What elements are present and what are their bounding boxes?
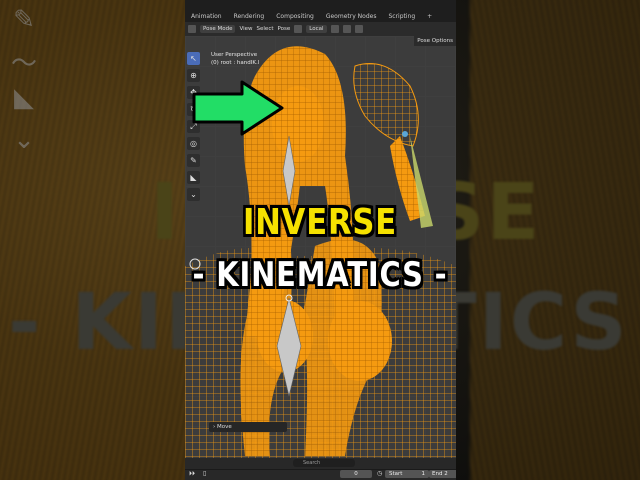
last-operator-panel[interactable]: › Move — [209, 422, 287, 432]
chest-right-mesh — [328, 301, 392, 381]
overlay-title-line1: INVERSE — [242, 202, 398, 243]
active-object-label: (0) root : handIK.l — [211, 60, 260, 66]
ik-target-handle[interactable] — [402, 131, 408, 137]
blurred-measure-icon: ◣ — [14, 83, 34, 113]
green-arrow-icon — [192, 80, 284, 136]
perspective-label: User Perspective — [211, 52, 258, 58]
tab-rendering[interactable]: Rendering — [228, 0, 271, 22]
transform-icon[interactable]: ◎ — [187, 137, 200, 150]
add-workspace-button[interactable]: + — [421, 0, 438, 22]
start-value: 1 — [421, 471, 426, 477]
viewport-info: User Perspective (0) root : handIK.l — [211, 51, 259, 67]
transform-orientation-dropdown[interactable]: Local — [306, 25, 327, 33]
tab-compositing[interactable]: Compositing — [270, 0, 320, 22]
menu-select[interactable]: Select — [257, 26, 274, 32]
start-label: Start — [389, 471, 403, 477]
search-input[interactable]: Search — [293, 459, 355, 467]
menu-view[interactable]: View — [239, 26, 252, 32]
orientation-icon[interactable] — [294, 25, 303, 33]
viewport-header: Pose Mode View Select Pose Local — [185, 22, 456, 36]
end-value: 2 — [444, 471, 448, 477]
timeline-controls: ⏵⏵ ▯ 0 ◷ Start 1 End 2 — [185, 469, 456, 480]
tab-scripting[interactable]: Scripting — [382, 0, 421, 22]
menu-pose[interactable]: Pose — [278, 26, 291, 32]
end-frame-field[interactable]: End 2 — [429, 470, 456, 478]
workspace-tabs: Animation Rendering Compositing Geometry… — [185, 0, 456, 22]
overlay-icon[interactable] — [354, 25, 363, 33]
snap-icon[interactable] — [342, 25, 351, 33]
cursor-select-icon[interactable]: ↖ — [187, 52, 200, 65]
keyframe-icon[interactable]: ▯ — [203, 470, 206, 477]
bone-relax-icon[interactable]: ⌄ — [187, 188, 200, 201]
timeline: Search ⏵⏵ ▯ 0 ◷ Start 1 End 2 — [185, 458, 456, 480]
tab-geometry-nodes[interactable]: Geometry Nodes — [320, 0, 383, 22]
mode-dropdown[interactable]: Pose Mode — [200, 25, 236, 33]
tab-animation[interactable]: Animation — [185, 0, 228, 22]
measure-icon[interactable]: ◣ — [187, 171, 200, 184]
pose-options-dropdown[interactable]: Pose Options — [414, 36, 456, 46]
editor-type-icon[interactable] — [188, 25, 196, 33]
start-frame-field[interactable]: Start 1 — [385, 470, 429, 478]
end-label: End — [432, 471, 443, 477]
current-frame-field[interactable]: 0 — [340, 470, 372, 478]
blurred-relax-icon: ⌄ — [13, 125, 35, 155]
last-operator-label: Move — [216, 424, 232, 430]
clock-icon: ◷ — [377, 470, 383, 477]
annotate-icon[interactable]: ✎ — [187, 154, 200, 167]
blurred-tool-icon: ✎ — [13, 5, 35, 35]
pivot-icon[interactable] — [330, 25, 339, 33]
overlay-title-line2: - KINEMATICS - — [192, 255, 448, 295]
playback-controls-icon[interactable]: ⏵⏵ — [189, 470, 195, 478]
hand-mesh — [353, 63, 419, 147]
